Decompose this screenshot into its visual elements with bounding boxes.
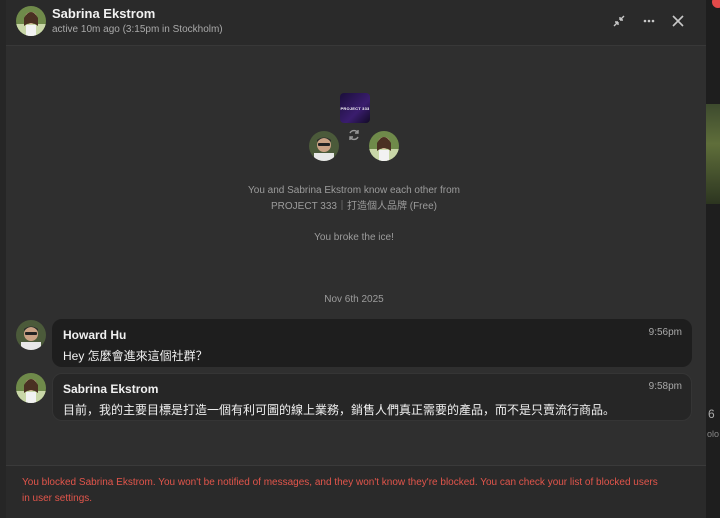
- chat-window: Sabrina Ekstrom active 10m ago (3:15pm i…: [6, 0, 706, 518]
- mutual-context-text: You and Sabrina Ekstrom know each other …: [206, 183, 502, 215]
- notification-dot: [712, 0, 720, 8]
- date-separator: Nov 6th 2025: [324, 294, 384, 305]
- sender-avatar[interactable]: [16, 373, 46, 403]
- blocked-notice-text: You blocked Sabrina Ekstrom. You won't b…: [22, 475, 692, 507]
- close-icon[interactable]: [668, 11, 688, 31]
- swap-icon: [347, 128, 361, 142]
- contact-avatar[interactable]: [16, 6, 46, 36]
- ice-breaker-text: You broke the ice!: [314, 232, 394, 243]
- minimize-icon[interactable]: [609, 11, 629, 31]
- message-bubble[interactable]: Sabrina Ekstrom 9:58pm 目前，我的主要目標是打造一個有利可…: [52, 373, 692, 421]
- mutual-context-line1: You and Sabrina Ekstrom know each other …: [248, 185, 460, 196]
- blocked-notice-line1: You blocked Sabrina Ekstrom. You won't b…: [22, 477, 658, 488]
- chat-header: Sabrina Ekstrom active 10m ago (3:15pm i…: [6, 0, 706, 46]
- message-bubble[interactable]: Howard Hu 9:56pm Hey 怎麼會進來這個社群？: [52, 319, 692, 367]
- more-icon[interactable]: [639, 11, 659, 31]
- message-text: Hey 怎麼會進來這個社群？: [63, 349, 208, 363]
- blocked-notice: You blocked Sabrina Ekstrom. You won't b…: [6, 465, 706, 518]
- blocked-notice-line2[interactable]: in user settings.: [22, 491, 692, 507]
- background-photo: [706, 104, 720, 204]
- contact-status: active 10m ago (3:15pm in Stockholm): [52, 24, 223, 35]
- message-time: 9:58pm: [648, 381, 682, 392]
- sender-avatar[interactable]: [16, 320, 46, 350]
- user-avatar: [309, 131, 339, 161]
- contact-name[interactable]: Sabrina Ekstrom: [52, 6, 155, 21]
- background-right-strip: 6 olo: [706, 0, 720, 518]
- message-text: 目前，我的主要目標是打造一個有利可圖的線上業務，銷售人們真正需要的產品，而不是只…: [63, 403, 616, 417]
- message-sender[interactable]: Howard Hu: [63, 328, 681, 342]
- project-logo: PROJECT 333: [340, 93, 370, 123]
- message-time: 9:56pm: [648, 327, 682, 338]
- contact-avatar-intro: [369, 131, 399, 161]
- background-text-fragment-small: olo: [707, 429, 720, 439]
- mutual-context-line2: PROJECT 333｜打造個人品牌 (Free): [271, 201, 437, 212]
- message-sender[interactable]: Sabrina Ekstrom: [63, 382, 681, 396]
- background-text-fragment: 6: [708, 407, 715, 421]
